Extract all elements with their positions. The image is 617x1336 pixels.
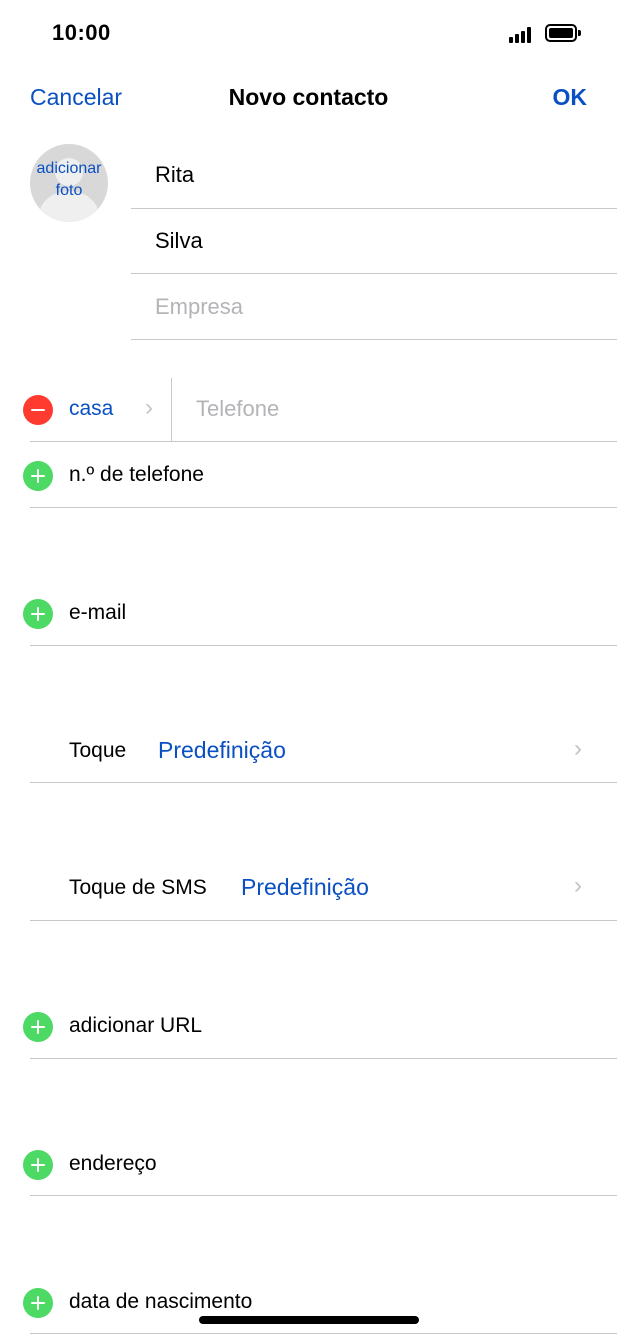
remove-phone-button[interactable] (23, 395, 53, 425)
cellular-signal-icon (509, 27, 535, 43)
divider (131, 273, 617, 274)
last-name-field[interactable]: Silva (155, 228, 203, 254)
add-url-label[interactable]: adicionar URL (69, 1014, 202, 1038)
add-phone-button[interactable] (23, 461, 53, 491)
phone-input[interactable]: Telefone (196, 396, 279, 422)
add-birthday-label[interactable]: data de nascimento (69, 1290, 252, 1314)
divider (30, 645, 617, 646)
home-indicator[interactable] (199, 1316, 419, 1324)
divider (131, 208, 617, 209)
ok-button[interactable]: OK (553, 84, 588, 111)
add-email-label[interactable]: e-mail (69, 601, 126, 625)
chevron-right-icon[interactable]: › (574, 872, 582, 900)
add-url-button[interactable] (23, 1012, 53, 1042)
divider (30, 920, 617, 921)
add-photo-label-line1: adicionar (36, 160, 102, 177)
status-time: 10:00 (52, 20, 111, 45)
battery-tip (578, 30, 581, 36)
divider (30, 1058, 617, 1059)
ringtone-value[interactable]: Predefinição (158, 737, 286, 764)
first-name-field[interactable]: Rita (155, 162, 194, 188)
cancel-button[interactable]: Cancelar (30, 84, 122, 111)
add-birthday-button[interactable] (23, 1288, 53, 1318)
chevron-right-icon[interactable]: › (145, 394, 153, 422)
vertical-divider (171, 378, 172, 441)
text-tone-value[interactable]: Predefinição (241, 874, 369, 901)
divider (131, 339, 617, 340)
add-address-button[interactable] (23, 1150, 53, 1180)
add-photo-label-line2: foto (55, 182, 83, 199)
battery-icon (545, 24, 577, 42)
divider (30, 441, 617, 442)
divider (30, 507, 617, 508)
ringtone-label[interactable]: Toque (69, 739, 126, 763)
add-phone-label[interactable]: n.º de telefone (69, 463, 204, 487)
divider (30, 1195, 617, 1196)
add-email-button[interactable] (23, 599, 53, 629)
divider (30, 1333, 617, 1334)
divider (30, 782, 617, 783)
chevron-right-icon[interactable]: › (574, 735, 582, 763)
add-photo-button[interactable]: adicionar foto (30, 144, 108, 222)
company-field[interactable]: Empresa (155, 294, 243, 320)
add-address-label[interactable]: endereço (69, 1152, 157, 1176)
text-tone-label[interactable]: Toque de SMS (69, 876, 207, 900)
phone-label-selector[interactable]: casa (69, 397, 113, 421)
